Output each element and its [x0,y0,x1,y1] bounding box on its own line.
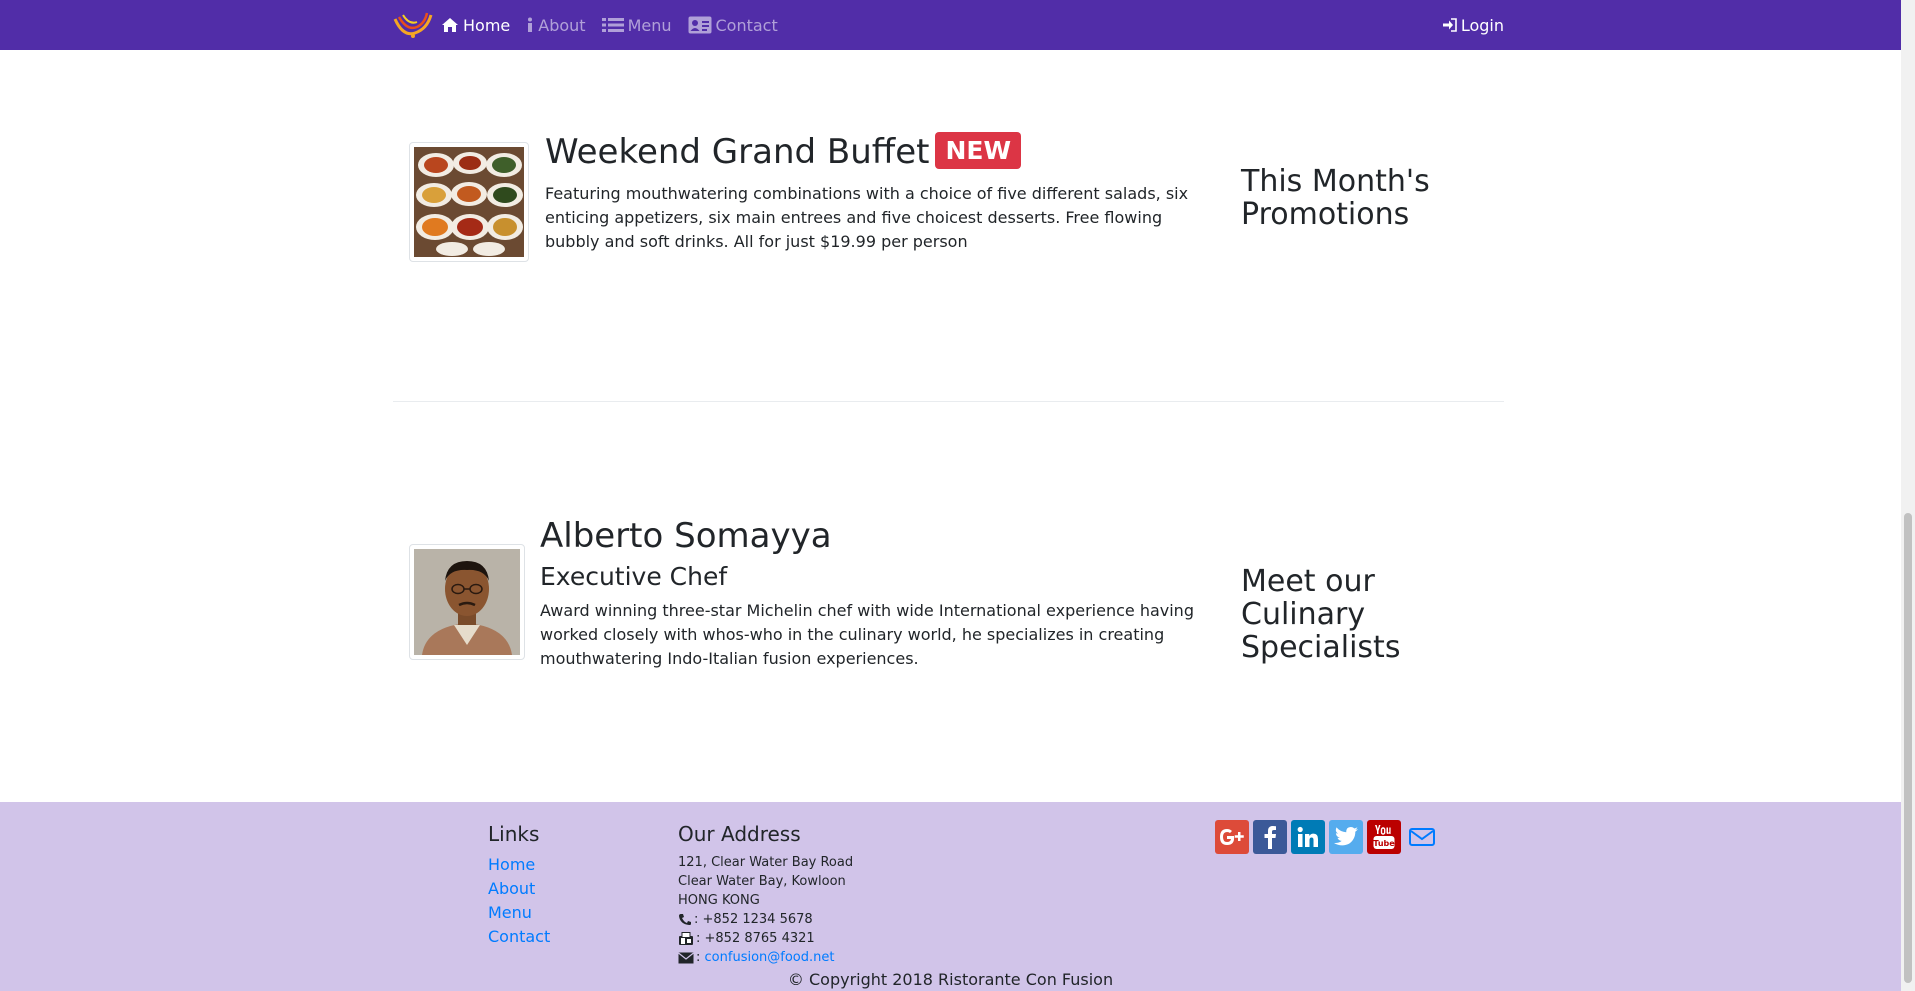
navbar-inner: Home About Menu Contact Login [393,0,1504,50]
address-line: HONG KONG [678,893,760,908]
navbar: Home About Menu Contact Login [0,0,1901,50]
footer-link-about[interactable]: About [488,879,535,898]
promotions-heading: This Month's Promotions [1241,164,1430,232]
twitter-button[interactable] [1329,820,1363,854]
info-icon [528,17,533,32]
footer-link-contact[interactable]: Contact [488,927,550,946]
nav-menu[interactable]: Menu [601,15,672,35]
svg-text:Tube: Tube [1373,839,1395,848]
leader-name: Alberto Somayya [540,516,832,556]
leader-image [409,544,525,660]
phone-number: : +852 1234 5678 [694,912,813,927]
footer [0,802,1901,991]
login-label: Login [1460,15,1504,35]
facebook-icon [1264,826,1276,849]
sign-in-icon [1442,18,1457,32]
copyright-text: © Copyright 2018 Ristorante Con Fusion [787,970,1114,989]
promotion-image [409,142,529,262]
social-links: Tube [1215,820,1443,854]
address-block: 121, Clear Water Bay Road Clear Water Ba… [678,853,853,967]
google-plus-button[interactable] [1215,820,1249,854]
promotion-description: Featuring mouthwatering combinations wit… [545,184,1189,251]
address-card-icon [688,16,711,34]
phone-line: : +852 1234 5678 [678,910,853,929]
fax-icon [679,931,693,945]
twitter-icon [1334,827,1358,846]
email-line: : confusion@food.net [678,948,853,967]
fax-number: : +852 8765 4321 [696,931,815,946]
logo-icon [393,12,433,38]
phone-icon [679,914,691,925]
new-badge: NEW [935,132,1022,169]
leader-description: Award winning three-star Michelin chef w… [540,601,1194,668]
chef-portrait-image [414,549,520,655]
section-divider [393,401,1504,402]
google-plus-icon [1220,829,1244,845]
scrollbar-thumb[interactable] [1904,513,1912,983]
nav-about-label: About [538,15,586,35]
list-icon [601,18,624,32]
youtube-button[interactable]: Tube [1367,820,1401,854]
footer-link-home[interactable]: Home [488,855,535,874]
promotion-title: Weekend Grand Buffet NEW [545,132,1022,172]
linkedin-button[interactable] [1291,820,1325,854]
youtube-icon: Tube [1373,825,1395,849]
mail-button[interactable] [1405,820,1439,854]
vertical-scrollbar[interactable] [1901,0,1915,991]
address-heading: Our Address [678,822,801,846]
email-link[interactable]: confusion@food.net [705,948,835,967]
nav-about[interactable]: About [526,15,586,35]
specialists-heading: Meet our Culinary Specialists [1241,564,1401,665]
brand-logo[interactable] [393,8,433,42]
buffet-dishes-image [414,147,524,257]
envelope-icon [678,952,694,963]
mail-icon [1409,828,1435,846]
email-prefix: : [696,950,701,965]
home-icon [442,18,458,32]
links-heading: Links [488,822,540,846]
address-line: 121, Clear Water Bay Road [678,855,854,870]
fax-line: : +852 8765 4321 [678,929,853,948]
nav-menu-label: Menu [627,15,672,35]
linkedin-icon [1297,826,1318,847]
address-line: Clear Water Bay, Kowloon [678,874,846,889]
nav-home[interactable]: Home [441,16,510,35]
nav-contact[interactable]: Contact [688,16,778,35]
facebook-button[interactable] [1253,820,1287,854]
nav-contact-label: Contact [715,15,778,35]
nav-home-label: Home [463,15,511,35]
login-button[interactable]: Login [1442,0,1504,50]
promotion-title-text: Weekend Grand Buffet [545,132,930,172]
leader-designation: Executive Chef [540,562,728,591]
footer-link-menu[interactable]: Menu [488,903,532,922]
